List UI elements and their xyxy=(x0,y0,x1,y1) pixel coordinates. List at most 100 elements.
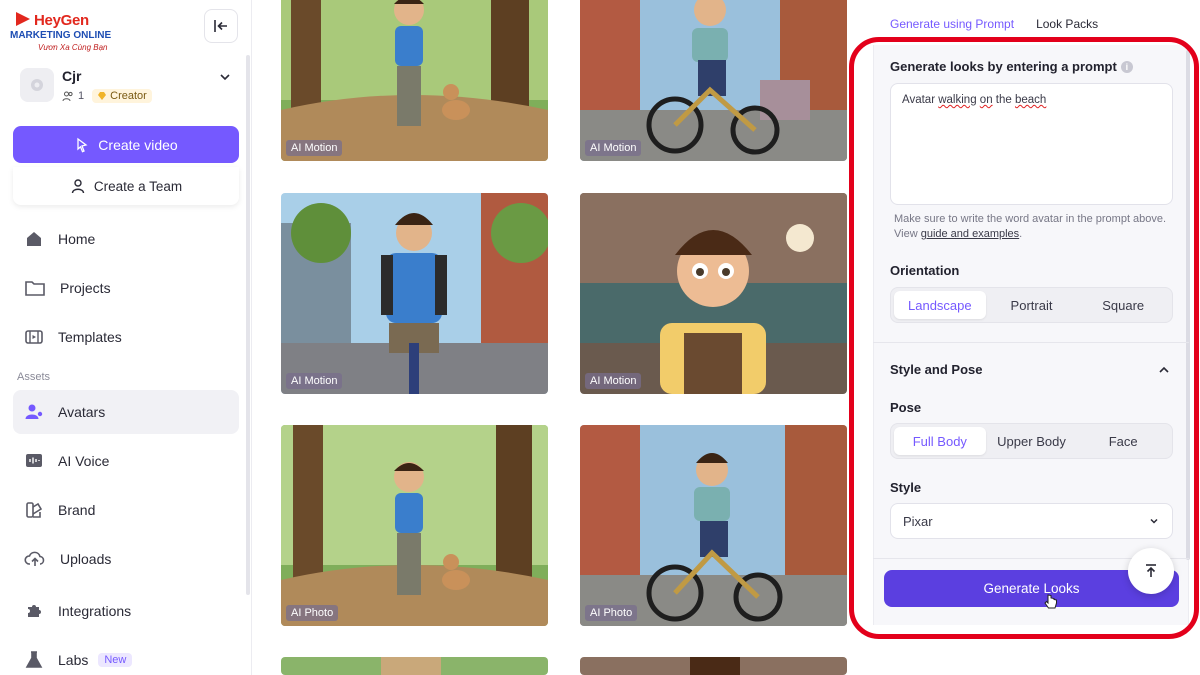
sidebar-item-templates[interactable]: Templates xyxy=(13,315,239,359)
style-title: Style xyxy=(890,480,922,495)
pose-face[interactable]: Face xyxy=(1077,427,1169,455)
collapse-sidebar-button[interactable] xyxy=(204,9,238,43)
card-tag: AI Motion xyxy=(286,140,343,156)
style-value: Pixar xyxy=(903,513,933,529)
sidebar-item-uploads[interactable]: Uploads xyxy=(13,537,239,581)
look-card[interactable]: AI Photo xyxy=(281,425,548,626)
create-video-button[interactable]: Create video xyxy=(13,126,239,163)
look-thumbnail xyxy=(281,425,548,626)
style-select[interactable]: Pixar xyxy=(890,503,1173,539)
look-thumbnail xyxy=(281,0,548,161)
create-team-button[interactable]: Create a Team xyxy=(13,167,239,205)
prompt-text: walking xyxy=(938,94,977,106)
sidebar-item-integrations[interactable]: Integrations xyxy=(13,589,239,633)
prompt-text: on xyxy=(979,94,993,106)
card-tag: AI Photo xyxy=(585,605,638,621)
plan-label: Creator xyxy=(110,90,147,102)
tab-generate-using-prompt[interactable]: Generate using Prompt xyxy=(890,17,1014,31)
hand-pointer-icon xyxy=(1044,594,1057,609)
members-icon xyxy=(62,91,73,102)
guide-link[interactable]: guide and examples xyxy=(921,228,1019,240)
film-icon xyxy=(25,330,43,344)
card-tag: AI Motion xyxy=(585,140,642,156)
sidebar-item-ai-voice[interactable]: AI Voice xyxy=(13,439,239,483)
look-card[interactable] xyxy=(281,657,548,675)
logo-line2: Vươn Xa Cùng Bạn xyxy=(38,43,108,52)
account-name: Cjr xyxy=(62,68,82,84)
sidebar-item-projects[interactable]: Projects xyxy=(13,266,239,310)
scroll-to-top-button[interactable] xyxy=(1128,548,1174,594)
collapse-left-icon xyxy=(214,20,227,32)
logo-mark-icon xyxy=(16,12,30,26)
look-thumbnail xyxy=(580,657,847,675)
style-pose-title: Style and Pose xyxy=(890,362,983,377)
pose-selector: Full Body Upper Body Face xyxy=(890,423,1173,459)
look-card[interactable] xyxy=(580,657,847,675)
card-tag: AI Motion xyxy=(585,373,642,389)
gear-avatar-icon xyxy=(31,79,43,91)
panel-scrollbar[interactable] xyxy=(1186,50,1190,560)
divider xyxy=(873,342,1189,343)
sidebar-item-labs[interactable]: Labs New xyxy=(13,638,239,675)
avatar-icon xyxy=(25,404,43,419)
account-switcher[interactable]: Cjr 1 Creator xyxy=(14,60,240,110)
create-team-label: Create a Team xyxy=(93,178,183,194)
look-thumbnail xyxy=(281,657,548,675)
plan-badge: Creator xyxy=(92,89,152,103)
orientation-square[interactable]: Square xyxy=(1077,291,1169,319)
look-card[interactable]: AI Motion xyxy=(580,0,847,161)
cloud-upload-icon xyxy=(24,551,45,566)
voice-icon xyxy=(26,454,42,467)
orientation-title: Orientation xyxy=(890,263,960,278)
sidebar-item-label: Projects xyxy=(60,280,111,296)
orientation-landscape[interactable]: Landscape xyxy=(894,291,986,319)
sidebar-item-label: Labs xyxy=(58,652,89,668)
assets-section-label: Assets xyxy=(17,371,51,383)
generate-looks-label: Generate Looks xyxy=(983,581,1080,596)
new-badge: New xyxy=(98,653,133,667)
puzzle-icon xyxy=(28,605,41,617)
home-icon xyxy=(27,232,41,246)
app-window: HeyGen MARKETING ONLINE Vươn Xa Cùng Bạn… xyxy=(0,0,1200,675)
user-icon xyxy=(71,179,85,194)
look-thumbnail xyxy=(580,425,847,626)
sidebar: HeyGen MARKETING ONLINE Vươn Xa Cùng Bạn… xyxy=(0,0,252,675)
pose-full-body[interactable]: Full Body xyxy=(894,427,986,455)
prompt-title-text: Generate looks by entering a prompt xyxy=(890,59,1117,74)
orientation-portrait[interactable]: Portrait xyxy=(986,291,1078,319)
look-card[interactable]: AI Motion xyxy=(580,193,847,394)
sidebar-scrollbar[interactable] xyxy=(246,55,250,595)
pose-upper-body[interactable]: Upper Body xyxy=(986,427,1078,455)
sidebar-item-label: Brand xyxy=(58,502,96,518)
tab-look-packs[interactable]: Look Packs xyxy=(1036,17,1098,31)
look-thumbnail xyxy=(281,193,548,394)
logo-brand: HeyGen xyxy=(34,12,89,29)
prompt-text: beach xyxy=(1014,94,1047,106)
account-meta: 1 Creator xyxy=(62,89,152,103)
logo-line1: MARKETING ONLINE xyxy=(10,30,112,41)
prompt-text: Avatar xyxy=(902,94,939,106)
sidebar-item-label: Home xyxy=(58,231,96,247)
card-tag: AI Photo xyxy=(286,605,339,621)
prompt-title: Generate looks by entering a prompt i xyxy=(890,59,1133,74)
members-count: 1 xyxy=(78,90,85,102)
sidebar-item-avatars[interactable]: Avatars xyxy=(13,390,239,434)
sidebar-item-label: Uploads xyxy=(60,551,112,567)
diamond-icon xyxy=(98,92,107,100)
logo: HeyGen MARKETING ONLINE Vươn Xa Cùng Bạn xyxy=(10,8,112,52)
chevron-down-icon xyxy=(220,74,230,81)
chevron-up-icon[interactable] xyxy=(1157,364,1171,376)
arrow-up-to-line-icon xyxy=(1146,564,1156,577)
look-card[interactable]: AI Motion xyxy=(281,193,548,394)
cursor-click-icon xyxy=(77,137,88,152)
look-card[interactable]: AI Photo xyxy=(580,425,847,626)
info-icon[interactable]: i xyxy=(1120,61,1133,73)
sidebar-item-home[interactable]: Home xyxy=(13,217,239,261)
prompt-helper-text: Make sure to write the word avatar in th… xyxy=(894,212,1174,242)
card-tag: AI Motion xyxy=(286,373,343,389)
look-card[interactable]: AI Motion xyxy=(281,0,548,161)
sidebar-item-brand[interactable]: Brand xyxy=(13,488,239,532)
sidebar-item-label: Templates xyxy=(58,329,122,345)
flask-icon xyxy=(25,651,43,668)
prompt-input[interactable]: Avatar walking on the beach xyxy=(890,83,1173,205)
